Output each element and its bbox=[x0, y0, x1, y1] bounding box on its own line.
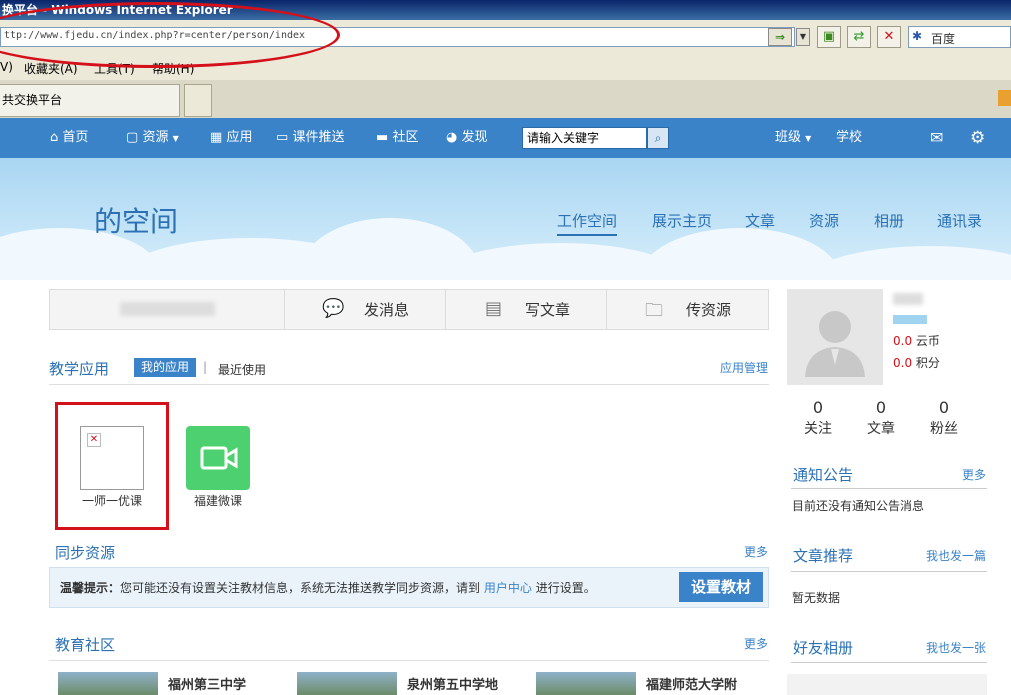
baidu-icon: ✱ bbox=[912, 29, 923, 43]
post-album-link[interactable]: 我也发一张 bbox=[926, 639, 986, 656]
tab-resources[interactable]: 资源 bbox=[809, 210, 839, 231]
browser-tab[interactable]: 共交换平台 bbox=[0, 84, 180, 117]
compat-view-icon[interactable]: ▣ bbox=[817, 26, 841, 48]
search-icon[interactable]: ⌕ bbox=[647, 127, 669, 149]
tab-my-apps[interactable]: 我的应用 bbox=[134, 358, 196, 377]
box-icon: ▢ bbox=[126, 130, 139, 145]
sync-more-link[interactable]: 更多 bbox=[744, 543, 768, 560]
notice-more-link[interactable]: 更多 bbox=[962, 466, 986, 483]
articles-empty-text: 暂无数据 bbox=[792, 591, 841, 605]
document-icon: ▤ bbox=[485, 298, 503, 319]
album-placeholder bbox=[787, 674, 987, 695]
points-row: 0.0 积分 bbox=[893, 356, 940, 370]
tip-text: 温馨提示：您可能还没有设置关注教材信息，系统无法推送教学同步资源，请到 用户中心… bbox=[60, 581, 596, 595]
nav-resources[interactable]: ▢ 资源 ▼ bbox=[126, 118, 179, 158]
new-tab-button[interactable] bbox=[184, 84, 212, 117]
screen-icon: ▭ bbox=[276, 130, 289, 145]
site-search-input[interactable]: 请输入关键字 bbox=[522, 127, 647, 149]
set-textbook-button[interactable]: 设置教材 bbox=[679, 572, 763, 602]
tab-articles[interactable]: 文章 bbox=[745, 210, 775, 231]
tab-recent[interactable]: 最近使用 bbox=[218, 361, 266, 378]
space-title: 的空间 bbox=[94, 205, 179, 238]
nav-courseware-push[interactable]: ▭ 课件推送 bbox=[276, 118, 344, 158]
menu-view[interactable]: V) bbox=[0, 60, 13, 74]
nav-school[interactable]: 学校 bbox=[836, 118, 862, 158]
gear-icon[interactable]: ⚙ bbox=[970, 118, 985, 158]
upload-resource-button[interactable]: 传资源 bbox=[686, 299, 731, 320]
write-article-button[interactable]: 写文章 bbox=[525, 299, 570, 320]
caret-down-icon: ▼ bbox=[172, 134, 179, 143]
school-thumbnail[interactable] bbox=[536, 672, 636, 695]
mail-icon[interactable]: ✉ bbox=[930, 118, 943, 158]
nav-community[interactable]: ▬ 社区 bbox=[376, 118, 418, 158]
articles-label[interactable]: 文章 bbox=[861, 418, 901, 438]
avatar[interactable] bbox=[787, 289, 883, 385]
nav-home[interactable]: ⌂ 首页 bbox=[50, 118, 88, 158]
caret-down-icon: ▼ bbox=[805, 134, 812, 143]
following-label[interactable]: 关注 bbox=[798, 418, 838, 438]
refresh-icon[interactable]: ⇄ bbox=[847, 26, 871, 48]
fans-count[interactable]: 0 bbox=[924, 398, 964, 417]
folder-icon: 🗀 bbox=[645, 300, 663, 321]
notice-text: 目前还没有通知公告消息 bbox=[792, 499, 925, 513]
school-name[interactable]: 福州第三中学 bbox=[168, 674, 246, 693]
tab-contacts[interactable]: 通讯录 bbox=[937, 210, 982, 231]
articles-title: 文章推荐 bbox=[793, 547, 854, 565]
browser-search-input[interactable]: ✱ 百度 bbox=[908, 26, 1011, 48]
nav-apps[interactable]: ▦ 应用 bbox=[210, 118, 252, 158]
chat-icon: ▬ bbox=[376, 130, 389, 145]
community-title: 教育社区 bbox=[55, 636, 116, 654]
school-thumbnail[interactable] bbox=[58, 672, 158, 695]
app-manage-link[interactable]: 应用管理 bbox=[720, 359, 768, 376]
home-icon: ⌂ bbox=[50, 130, 59, 145]
tab-album[interactable]: 相册 bbox=[874, 210, 904, 231]
albums-title: 好友相册 bbox=[793, 639, 854, 657]
post-article-link[interactable]: 我也发一篇 bbox=[926, 547, 986, 564]
school-name[interactable]: 泉州第五中学地 bbox=[407, 674, 498, 693]
articles-count[interactable]: 0 bbox=[861, 398, 901, 417]
address-dropdown-icon[interactable]: ▼ bbox=[796, 28, 810, 46]
sync-resources-title: 同步资源 bbox=[55, 544, 116, 562]
following-count[interactable]: 0 bbox=[798, 398, 838, 417]
message-icon: 💬 bbox=[322, 298, 345, 319]
video-camera-icon[interactable] bbox=[186, 426, 250, 490]
school-thumbnail[interactable] bbox=[297, 672, 397, 695]
community-more-link[interactable]: 更多 bbox=[744, 635, 768, 652]
coins-row: 0.0 云币 bbox=[893, 334, 940, 348]
grid-icon: ▦ bbox=[210, 130, 223, 145]
go-icon[interactable]: ⇒ bbox=[768, 28, 792, 46]
tab-workspace[interactable]: 工作空间 bbox=[557, 210, 618, 236]
user-center-link[interactable]: 用户中心 bbox=[484, 581, 532, 595]
blurred-profile-name bbox=[893, 293, 923, 305]
app-label-one-teacher[interactable]: 一师一优课 bbox=[82, 492, 142, 509]
notice-title: 通知公告 bbox=[793, 466, 854, 484]
school-name[interactable]: 福建师范大学附 bbox=[646, 674, 737, 693]
nav-discover[interactable]: ◕ 发现 bbox=[446, 118, 488, 158]
tab-homepage[interactable]: 展示主页 bbox=[652, 210, 712, 231]
globe-icon: ◕ bbox=[446, 130, 458, 145]
gift-icon bbox=[998, 90, 1011, 106]
blurred-username bbox=[120, 302, 215, 316]
fans-label[interactable]: 粉丝 bbox=[924, 418, 964, 438]
stop-icon[interactable]: ✕ bbox=[877, 26, 901, 48]
teaching-apps-title: 教学应用 bbox=[49, 360, 110, 378]
send-message-button[interactable]: 发消息 bbox=[364, 299, 409, 320]
broken-image-icon[interactable]: ✕ bbox=[80, 426, 144, 490]
app-label-fujian-micro[interactable]: 福建微课 bbox=[194, 492, 242, 509]
nav-class[interactable]: 班级 ▼ bbox=[775, 118, 811, 158]
level-badge bbox=[893, 315, 927, 324]
search-engine-label: 百度 bbox=[931, 32, 956, 46]
